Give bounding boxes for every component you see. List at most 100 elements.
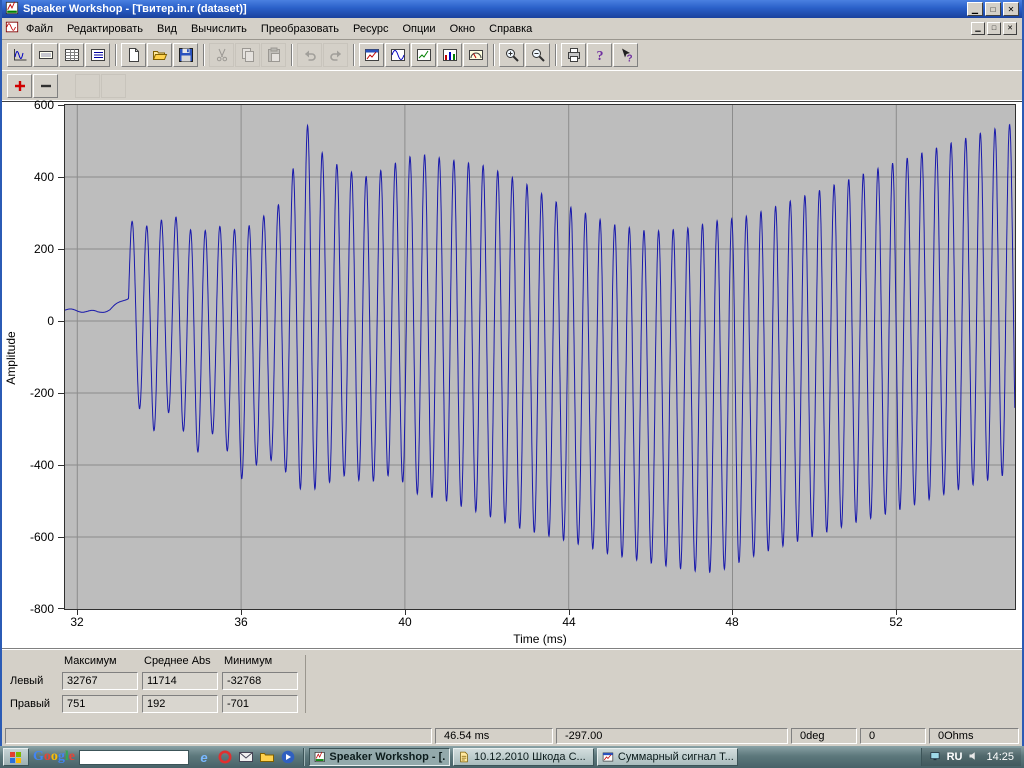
- plus-icon: [12, 78, 28, 94]
- minimize-button[interactable]: ▁: [967, 2, 983, 16]
- taskbar-task-1[interactable]: 10.12.2010 Шкода С...: [453, 748, 594, 766]
- waveform-plot[interactable]: [64, 104, 1016, 610]
- secondary-toolbar: [2, 71, 1022, 101]
- task-label: Суммарный сигнал Т...: [618, 751, 733, 763]
- zoom-out-button[interactable]: [525, 43, 550, 67]
- chart-window-button[interactable]: [359, 43, 384, 67]
- redo-icon: [328, 47, 344, 63]
- menu-item-help[interactable]: Справка: [482, 20, 539, 38]
- stat-right-average-abs: 192: [142, 695, 218, 713]
- google-search-input[interactable]: [79, 750, 189, 765]
- barchart-icon: [442, 47, 458, 63]
- svg-text:?: ?: [596, 49, 603, 63]
- help-button[interactable]: ?: [587, 43, 612, 67]
- quicklaunch-mail[interactable]: [237, 748, 255, 766]
- main-toolbar: ??: [2, 40, 1022, 71]
- google-deskbar: Google: [33, 749, 189, 765]
- child-minimize-button[interactable]: ▁: [971, 22, 985, 35]
- redo-button: [323, 43, 348, 67]
- stats-table: Максимум Среднее Abs Минимум Левый 32767…: [10, 655, 306, 713]
- language-indicator[interactable]: RU: [947, 751, 963, 763]
- line-chart-button[interactable]: [411, 43, 436, 67]
- mailq-icon: [238, 749, 254, 765]
- none-icon: [106, 78, 122, 94]
- help-icon: ?: [592, 47, 608, 63]
- quicklaunch-opera[interactable]: [216, 748, 234, 766]
- add-button[interactable]: [7, 74, 32, 98]
- menu-item-transform[interactable]: Преобразовать: [254, 20, 346, 38]
- y-tick-label: 400: [34, 170, 54, 184]
- print-icon: [566, 47, 582, 63]
- y-tick-label: -400: [30, 458, 54, 472]
- start-button[interactable]: [3, 748, 29, 766]
- context-help-button[interactable]: ?: [613, 43, 638, 67]
- status-cell-0: [5, 728, 432, 744]
- app-icon: [5, 1, 19, 18]
- linechart-icon: [416, 47, 432, 63]
- undo-icon: [302, 47, 318, 63]
- new-button[interactable]: [121, 43, 146, 67]
- status-bar: 46.54 ms-297.000deg00Ohms: [2, 726, 1022, 746]
- status-cell-4: 0: [860, 728, 926, 744]
- stats-header-minimum: Минимум: [222, 655, 298, 667]
- menu-item-view[interactable]: Вид: [150, 20, 184, 38]
- chart-view-button[interactable]: [7, 43, 32, 67]
- minus-icon: [38, 78, 54, 94]
- close-button[interactable]: ✕: [1003, 2, 1019, 16]
- x-tick-label: 40: [398, 615, 411, 629]
- quicklaunch-media-player[interactable]: [279, 748, 297, 766]
- open-button[interactable]: [147, 43, 172, 67]
- y-tick-label: -600: [30, 530, 54, 544]
- copy-button: [235, 43, 260, 67]
- signal-chart-button[interactable]: [385, 43, 410, 67]
- bar-chart-button[interactable]: [437, 43, 462, 67]
- menu-item-resource[interactable]: Ресурс: [346, 20, 395, 38]
- child-close-button[interactable]: ✕: [1003, 22, 1017, 35]
- paste-icon: [266, 47, 282, 63]
- save-button[interactable]: [173, 43, 198, 67]
- menu-item-file[interactable]: Файл: [19, 20, 60, 38]
- volume-tray-icon: [968, 750, 980, 765]
- toolbar-separator: [115, 44, 117, 66]
- copy-icon: [240, 47, 256, 63]
- none-icon: [80, 78, 96, 94]
- toolbar-separator: [291, 44, 293, 66]
- stat-right-maximum: 751: [62, 695, 138, 713]
- child-restore-button[interactable]: □: [987, 22, 1001, 35]
- taskbar-task-2[interactable]: Суммарный сигнал Т...: [597, 748, 738, 766]
- print-button[interactable]: [561, 43, 586, 67]
- save-icon: [178, 47, 194, 63]
- menu-item-window[interactable]: Окно: [443, 20, 483, 38]
- media-icon: [280, 749, 296, 765]
- datasheet-view-button[interactable]: [33, 43, 58, 67]
- restore-button[interactable]: □: [985, 2, 1001, 16]
- menu-item-options[interactable]: Опции: [395, 20, 442, 38]
- newfile-icon: [126, 47, 142, 63]
- table-icon: [64, 47, 80, 63]
- taskbar-task-0[interactable]: Speaker Workshop - [...: [309, 748, 450, 766]
- quicklaunch-folder[interactable]: [258, 748, 276, 766]
- stat-left-minimum: -32768: [222, 672, 298, 690]
- childdoc-icon: [5, 20, 19, 34]
- menu-bar: ФайлРедактироватьВидВычислитьПреобразова…: [2, 18, 1022, 40]
- window-title: Speaker Workshop - [Твитер.in.r (dataset…: [23, 3, 967, 15]
- speaker-icon: [968, 750, 980, 762]
- list-view-button[interactable]: [85, 43, 110, 67]
- folderq-icon: [259, 749, 275, 765]
- y-tick-label: 0: [47, 314, 54, 328]
- waveform-svg: [65, 105, 1015, 609]
- menu-item-calculate[interactable]: Вычислить: [184, 20, 254, 38]
- stats-header-average-abs: Среднее Abs: [142, 655, 218, 667]
- meter-button[interactable]: [463, 43, 488, 67]
- status-cell-5: 0Ohms: [929, 728, 1019, 744]
- zoom-in-button[interactable]: [499, 43, 524, 67]
- menu-item-edit[interactable]: Редактировать: [60, 20, 150, 38]
- remove-button[interactable]: [33, 74, 58, 98]
- window-controls: ▁ □ ✕: [967, 2, 1019, 16]
- chart-area: Amplitude 6004002000-200-400-600-800 323…: [2, 101, 1022, 648]
- status-cell-2: -297.00: [556, 728, 788, 744]
- table-view-button[interactable]: [59, 43, 84, 67]
- quicklaunch-internet-explorer[interactable]: e: [195, 748, 213, 766]
- monitor-tray-icon: [929, 750, 941, 765]
- y-tick-label: 600: [34, 98, 54, 112]
